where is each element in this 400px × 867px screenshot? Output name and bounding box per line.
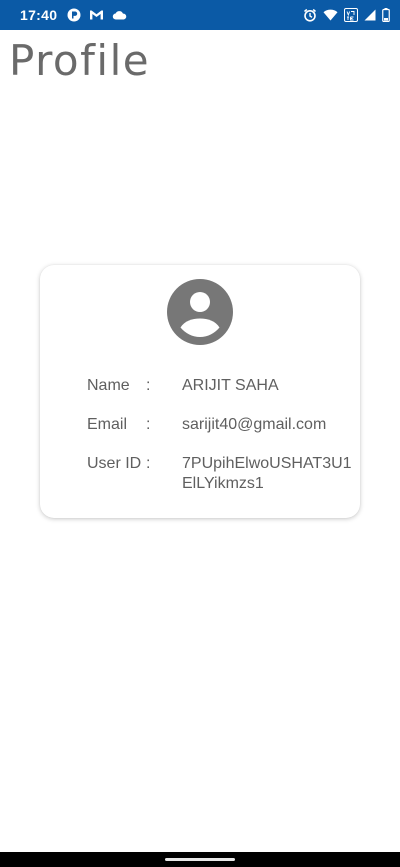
battery-icon bbox=[382, 8, 390, 22]
home-gesture-handle[interactable] bbox=[165, 858, 235, 861]
user-id-value: 7PUpihElwoUSHAT3U1ElLYikmzs1 bbox=[182, 455, 352, 492]
navigation-bar bbox=[0, 852, 400, 867]
account-circle-icon bbox=[167, 279, 233, 345]
status-right-icons bbox=[303, 8, 390, 22]
email-label: Email bbox=[87, 416, 128, 433]
cloud-icon bbox=[112, 10, 127, 20]
wifi-icon bbox=[323, 9, 338, 21]
user-id-separator: : bbox=[146, 455, 151, 472]
user-id-label: User ID bbox=[87, 455, 142, 472]
name-label: Name bbox=[87, 377, 130, 394]
signal-icon bbox=[364, 9, 376, 21]
gmail-icon bbox=[89, 9, 104, 21]
email-value: sarijit40@gmail.com bbox=[182, 416, 327, 433]
name-value: ARIJIT SAHA bbox=[182, 377, 279, 394]
status-left-icons bbox=[67, 8, 127, 22]
profile-card: Name : ARIJIT SAHA Email : sarijit40@gma… bbox=[40, 265, 360, 518]
page-title: Profile bbox=[9, 36, 151, 85]
status-bar: 17:40 bbox=[0, 0, 400, 30]
notification-p-icon bbox=[67, 8, 81, 22]
alarm-icon bbox=[303, 8, 317, 22]
name-separator: : bbox=[146, 377, 151, 394]
email-separator: : bbox=[146, 416, 151, 433]
status-time: 17:40 bbox=[20, 7, 58, 23]
volte-icon bbox=[344, 8, 358, 22]
